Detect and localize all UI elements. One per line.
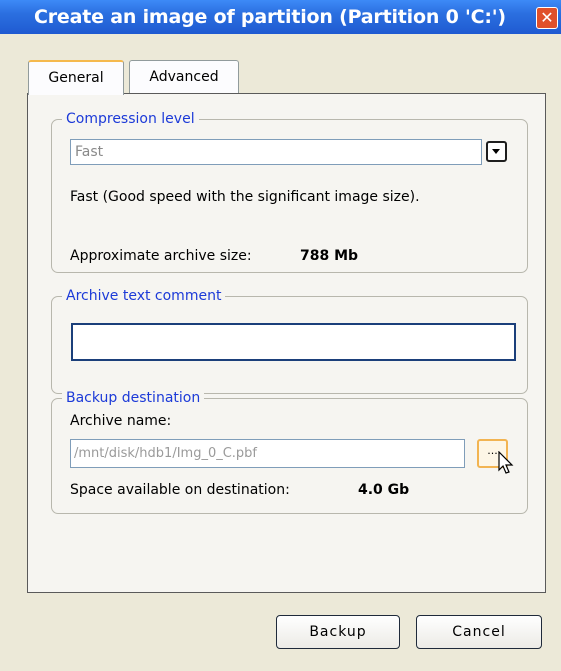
mouse-cursor-icon: [498, 451, 514, 474]
compression-legend: Compression level: [62, 110, 199, 128]
destination-group: Backup destination Archive name: /mnt/di…: [51, 389, 528, 514]
space-available-value: 4.0 Gb: [358, 482, 410, 498]
close-button[interactable]: ✕: [536, 7, 558, 29]
dialog-window: Create an image of partition (Partition …: [0, 0, 561, 671]
close-icon: ✕: [540, 8, 554, 27]
compression-description: Fast (Good speed with the significant im…: [70, 189, 420, 205]
archive-size-label: Approximate archive size:: [70, 248, 252, 264]
archive-path-input[interactable]: /mnt/disk/hdb1/Img_0_C.pbf: [70, 439, 465, 468]
chevron-down-icon: [492, 149, 500, 154]
tab-advanced[interactable]: Advanced: [129, 60, 239, 93]
title-bar[interactable]: Create an image of partition (Partition …: [0, 0, 561, 34]
compression-group: Compression level Fast Fast (Good speed …: [51, 110, 528, 273]
window-title: Create an image of partition (Partition …: [34, 6, 506, 28]
archive-name-label: Archive name:: [70, 413, 172, 429]
archive-path-value: /mnt/disk/hdb1/Img_0_C.pbf: [74, 446, 258, 461]
compression-dropdown-button[interactable]: [486, 141, 507, 162]
tab-general[interactable]: General: [28, 60, 124, 95]
archive-size-value: 788 Mb: [300, 248, 359, 264]
compression-selected-value: Fast: [75, 144, 104, 160]
archive-comment-input[interactable]: [71, 323, 516, 361]
backup-button[interactable]: Backup: [276, 615, 400, 649]
general-panel: Compression level Fast Fast (Good speed …: [27, 93, 546, 593]
comment-legend: Archive text comment: [62, 287, 226, 305]
comment-group: Archive text comment: [51, 287, 528, 394]
cancel-button[interactable]: Cancel: [416, 615, 542, 649]
compression-select[interactable]: Fast: [70, 139, 482, 165]
space-available-label: Space available on destination:: [70, 482, 290, 498]
destination-legend: Backup destination: [62, 389, 205, 407]
